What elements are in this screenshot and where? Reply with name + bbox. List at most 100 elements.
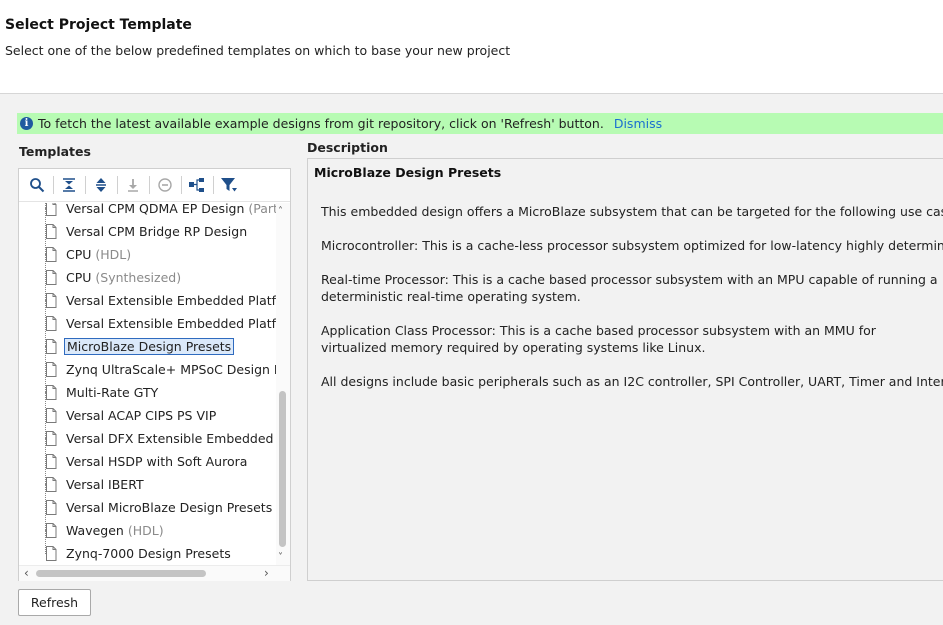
tree-item[interactable]: Versal ACAP CIPS PS VIP	[19, 404, 276, 427]
tree-item-label: Wavegen (HDL)	[64, 522, 166, 539]
dismiss-link[interactable]: Dismiss	[614, 116, 662, 131]
tree-item[interactable]: CPU (Synthesized)	[19, 266, 276, 289]
template-file-icon	[45, 362, 57, 377]
tree-item[interactable]: Versal IBERT	[19, 473, 276, 496]
toolbar-separator	[53, 176, 54, 194]
toolbar-separator	[213, 176, 214, 194]
template-name: Versal Extensible Embedded Platform	[66, 316, 276, 331]
tree-item-label: Versal CPM Bridge RP Design	[64, 223, 249, 240]
info-banner: i To fetch the latest available example …	[17, 113, 943, 134]
tree-item-label: Zynq-7000 Design Presets	[64, 545, 233, 562]
tree-item[interactable]: Versal DFX Extensible Embedded Platf	[19, 427, 276, 450]
description-paragraph: All designs include basic peripherals su…	[321, 374, 943, 389]
template-name: Versal IBERT	[66, 477, 144, 492]
scroll-left-icon[interactable]: ‹	[24, 567, 29, 579]
tree-item[interactable]: Versal CPM QDMA EP Design (Part ba	[19, 203, 276, 220]
tree-item[interactable]: Versal CPM Bridge RP Design	[19, 220, 276, 243]
template-file-icon	[45, 477, 57, 492]
template-suffix: (Part ba	[248, 203, 276, 216]
horizontal-scroll-thumb[interactable]	[36, 570, 206, 577]
page-title: Select Project Template	[5, 17, 192, 33]
tree-item-label: Versal HSDP with Soft Aurora	[64, 453, 249, 470]
template-file-icon	[45, 408, 57, 423]
tree-item[interactable]: Wavegen (HDL)	[19, 519, 276, 542]
template-name: Versal CPM Bridge RP Design	[66, 224, 248, 239]
tree-item-label: Versal DFX Extensible Embedded Platf	[64, 430, 276, 447]
refresh-button[interactable]: Refresh	[18, 589, 91, 616]
description-paragraph: Microcontroller: This is a cache-less pr…	[321, 238, 943, 253]
filter-icon[interactable]	[219, 175, 239, 195]
template-file-icon	[45, 316, 57, 331]
templates-toolbar	[19, 169, 290, 202]
tree-item[interactable]: Versal MicroBlaze Design Presets	[19, 496, 276, 519]
tree-item-label: Versal IBERT	[64, 476, 146, 493]
toolbar-separator	[149, 176, 150, 194]
template-name: Versal ACAP CIPS PS VIP	[66, 408, 217, 423]
description-title: MicroBlaze Design Presets	[314, 165, 502, 180]
description-paragraph: This embedded design offers a MicroBlaze…	[321, 204, 943, 219]
page-header: Select Project Template Select one of th…	[0, 0, 943, 94]
hierarchy-icon[interactable]	[187, 175, 207, 195]
template-name: Multi-Rate GTY	[66, 385, 159, 400]
tree-item[interactable]: Versal HSDP with Soft Aurora	[19, 450, 276, 473]
download-icon[interactable]	[123, 175, 143, 195]
description-panel: MicroBlaze Design Presets This embedded …	[307, 158, 943, 581]
template-file-icon	[45, 500, 57, 515]
templates-panel: Versal CPM QDMA EP Design (Part baVersal…	[18, 168, 291, 581]
tree-item-label: MicroBlaze Design Presets	[64, 338, 235, 355]
scroll-down-icon[interactable]: ˅	[278, 553, 283, 563]
template-suffix: (Synthesized)	[91, 270, 182, 285]
tree-item[interactable]: CPU (HDL)	[19, 243, 276, 266]
info-icon: i	[20, 117, 33, 130]
template-file-icon	[45, 339, 57, 354]
horizontal-scrollbar[interactable]: ‹ ›	[19, 565, 290, 581]
tree-item[interactable]: Zynq UltraScale+ MPSoC Design Pres	[19, 358, 276, 381]
template-file-icon	[45, 523, 57, 538]
template-name: MicroBlaze Design Presets	[67, 339, 232, 354]
vertical-scrollbar[interactable]: ˄ ˅	[276, 203, 290, 565]
toolbar-separator	[117, 176, 118, 194]
template-file-icon	[45, 293, 57, 308]
scroll-right-icon[interactable]: ›	[264, 567, 269, 579]
description-label: Description	[307, 140, 388, 155]
tree-item-label: Versal Extensible Embedded Platform	[64, 292, 276, 309]
tree-item-label: Versal Extensible Embedded Platform	[64, 315, 276, 332]
template-name: Versal Extensible Embedded Platform	[66, 293, 276, 308]
template-name: Versal CPM QDMA EP Design	[66, 203, 245, 216]
tree-item-label: Versal ACAP CIPS PS VIP	[64, 407, 218, 424]
description-paragraph: Application Class Processor: This is a c…	[321, 323, 876, 355]
template-name: Zynq UltraScale+ MPSoC Design Pres	[66, 362, 276, 377]
scroll-up-icon[interactable]: ˄	[278, 207, 283, 217]
template-file-icon	[45, 247, 57, 262]
template-name: Versal MicroBlaze Design Presets	[66, 500, 273, 515]
template-file-icon	[45, 431, 57, 446]
remove-icon[interactable]	[155, 175, 175, 195]
tree-item[interactable]: MicroBlaze Design Presets	[19, 335, 276, 358]
toolbar-separator	[85, 176, 86, 194]
collapse-all-icon[interactable]	[59, 175, 79, 195]
template-name: Wavegen	[66, 523, 124, 538]
tree-item[interactable]: Zynq-7000 Design Presets	[19, 542, 276, 565]
banner-text: To fetch the latest available example de…	[38, 116, 604, 131]
toolbar-separator	[181, 176, 182, 194]
tree-item-label: Versal MicroBlaze Design Presets	[64, 499, 274, 516]
expand-all-icon[interactable]	[91, 175, 111, 195]
vertical-scroll-thumb[interactable]	[279, 391, 286, 547]
tree-item[interactable]: Versal Extensible Embedded Platform	[19, 289, 276, 312]
tree-item-label: Zynq UltraScale+ MPSoC Design Pres	[64, 361, 276, 378]
templates-tree: Versal CPM QDMA EP Design (Part baVersal…	[19, 203, 276, 565]
template-name: Versal HSDP with Soft Aurora	[66, 454, 248, 469]
template-suffix: (HDL)	[91, 247, 132, 262]
templates-label: Templates	[19, 144, 91, 159]
template-file-icon	[45, 385, 57, 400]
description-paragraph: Real-time Processor: This is a cache bas…	[321, 272, 938, 304]
template-name: CPU	[66, 270, 92, 285]
template-name: Zynq-7000 Design Presets	[66, 546, 231, 561]
tree-item[interactable]: Versal Extensible Embedded Platform	[19, 312, 276, 335]
search-icon[interactable]	[27, 175, 47, 195]
tree-item[interactable]: Multi-Rate GTY	[19, 381, 276, 404]
tree-item-label: CPU (HDL)	[64, 246, 133, 263]
template-file-icon	[45, 203, 57, 216]
template-file-icon	[45, 270, 57, 285]
tree-item-label: Multi-Rate GTY	[64, 384, 160, 401]
